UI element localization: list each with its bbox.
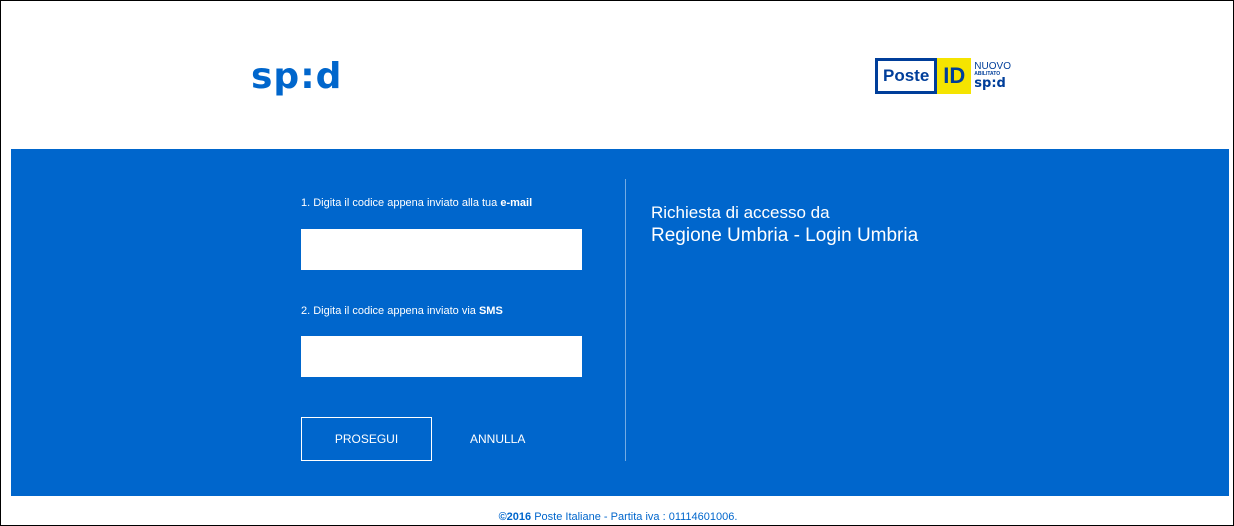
sms-code-label: 2. Digita il codice appena inviato via S… (301, 305, 503, 317)
email-code-input[interactable] (301, 229, 582, 270)
footer-year: ©2016 (498, 511, 532, 523)
poste-id-mark: ID (937, 58, 972, 94)
email-code-label-bold: e-mail (500, 197, 533, 209)
poste-id-logo: Poste ID NUOVO ABILITATO sp:d (875, 58, 1011, 94)
footer-text: Poste Italiane - Partita iva : 011146010… (531, 511, 738, 523)
annulla-button[interactable]: ANNULLA (470, 432, 525, 446)
email-code-label-prefix: 1. Digita il codice appena inviato alla … (301, 197, 501, 209)
request-title: Richiesta di accesso da (651, 203, 830, 222)
footer: ©2016 Poste Italiane - Partita iva : 011… (1, 511, 1234, 523)
sms-code-input[interactable] (301, 336, 582, 377)
poste-spid-label: sp:d (974, 76, 1006, 91)
spid-logo: sp:d (251, 59, 342, 95)
header: sp:d Poste ID NUOVO ABILITATO sp:d (11, 1, 1229, 149)
request-service-name: Regione Umbria - Login Umbria (651, 225, 919, 246)
email-code-label: 1. Digita il codice appena inviato alla … (301, 197, 532, 209)
spid-logo-text: sp:d (251, 56, 343, 97)
login-panel: 1. Digita il codice appena inviato alla … (11, 149, 1229, 496)
page-frame: sp:d Poste ID NUOVO ABILITATO sp:d 1. Di… (0, 0, 1234, 526)
poste-brand: Poste (875, 58, 938, 94)
vertical-divider (625, 179, 626, 461)
prosegui-button[interactable]: PROSEGUI (301, 417, 432, 461)
sms-code-label-prefix: 2. Digita il codice appena inviato via (301, 305, 479, 317)
sms-code-label-bold: SMS (478, 305, 503, 317)
poste-spid-badge: NUOVO ABILITATO sp:d (971, 58, 1011, 94)
